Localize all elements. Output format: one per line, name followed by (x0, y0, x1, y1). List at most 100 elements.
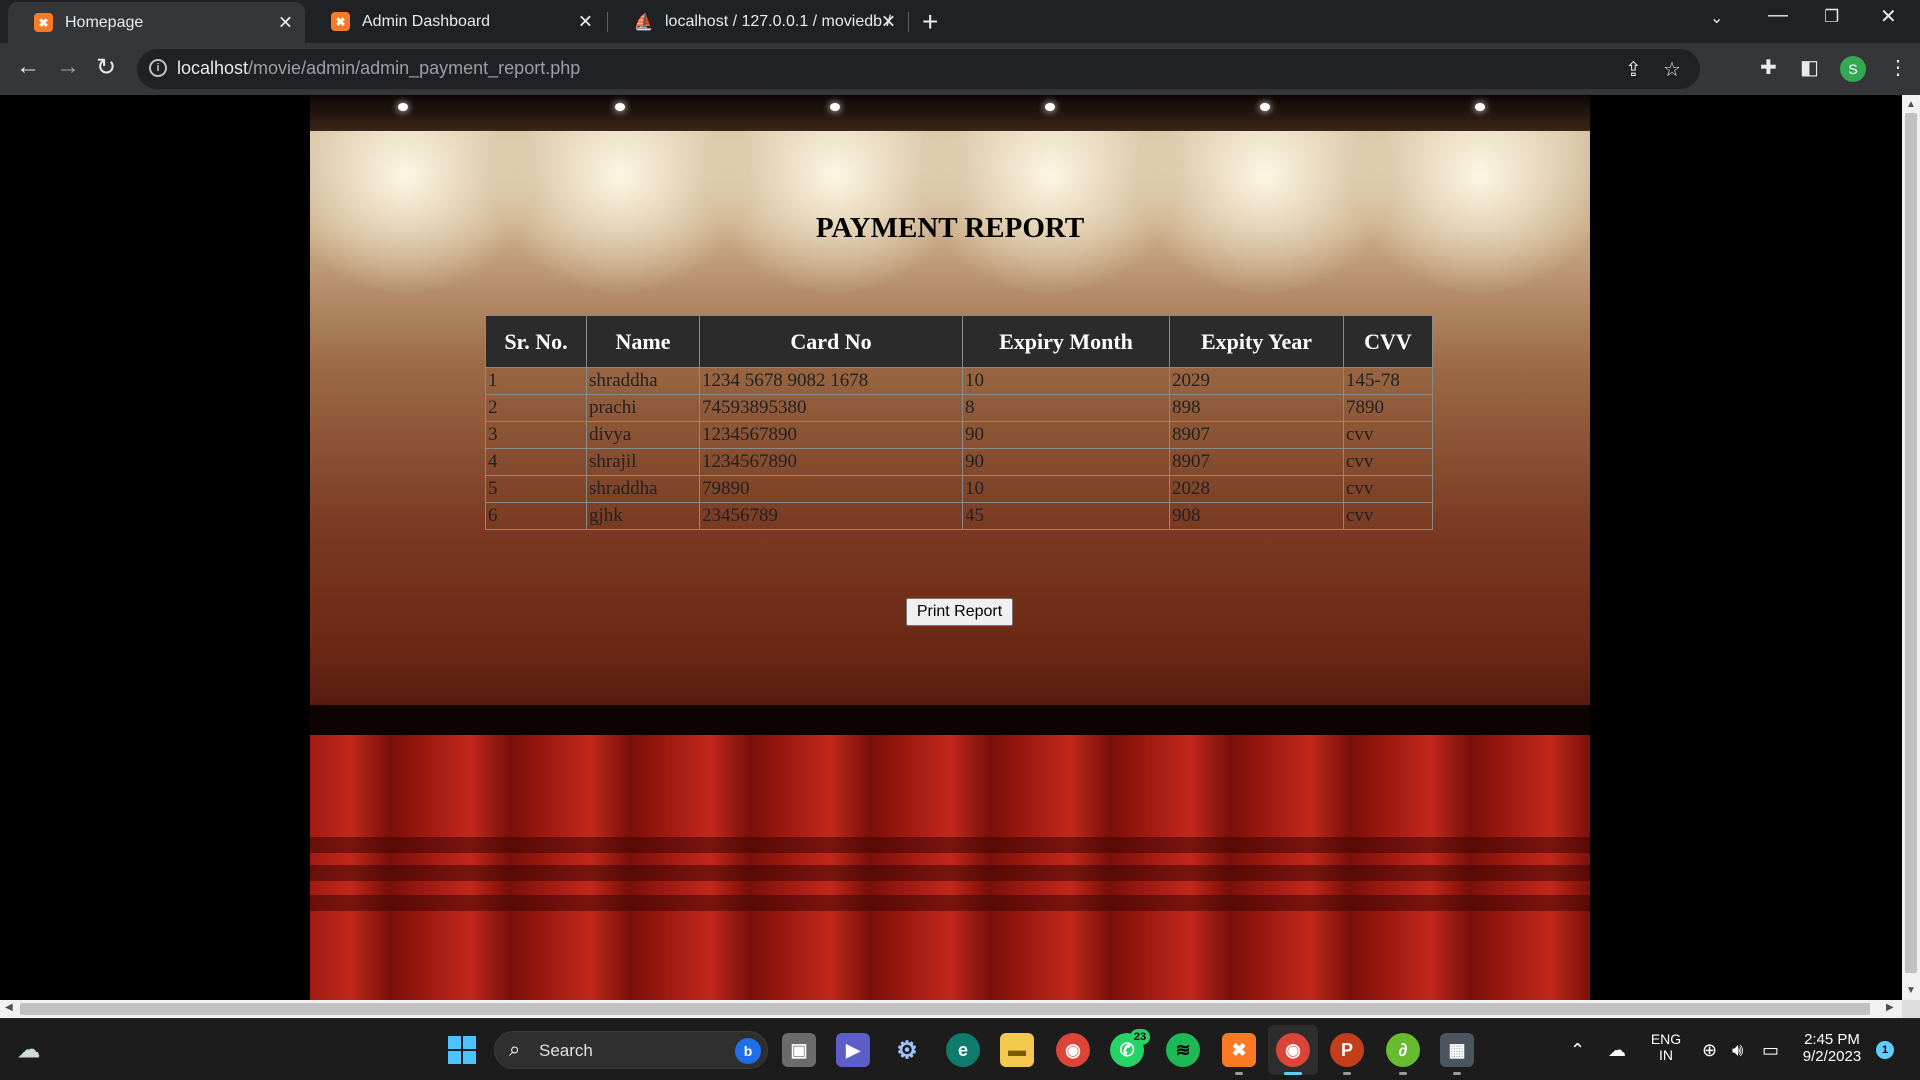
screen-bottom-band (310, 705, 1590, 735)
cell-name: shraddha (586, 367, 700, 395)
ceiling-light (1475, 103, 1485, 111)
running-indicator (1235, 1072, 1243, 1075)
powerpoint-icon[interactable]: P (1330, 1033, 1364, 1067)
language-indicator[interactable]: ENG IN (1648, 1031, 1684, 1063)
scroll-down-icon[interactable]: ▼ (1906, 985, 1916, 996)
table-row: 2 prachi 74593895380 8 898 7890 (485, 394, 1433, 422)
taskbar-search[interactable]: ⌕ Search b (494, 1031, 768, 1069)
cell-card-no: 1234567890 (699, 421, 963, 449)
restore-icon[interactable]: ❐ (1824, 7, 1839, 27)
scrollbar-thumb[interactable] (1905, 113, 1917, 973)
minimize-icon[interactable]: — (1768, 4, 1788, 27)
cell-sr-no: 2 (485, 394, 587, 422)
cell-expiry-year: 908 (1169, 502, 1344, 530)
search-icon: ⌕ (509, 1039, 521, 1061)
ceiling-light (1260, 103, 1270, 111)
calculator-icon[interactable]: ▦ (1440, 1033, 1474, 1067)
tab-admin-dashboard[interactable]: ✖ Admin Dashboard ✕ (305, 0, 605, 43)
cell-sr-no: 5 (485, 475, 587, 503)
table-header-row: Sr. No. Name Card No Expiry Month Expity… (485, 315, 1433, 368)
column-header: Sr. No. (485, 315, 587, 368)
table-row: 5 shraddha 79890 10 2028 cvv (485, 475, 1433, 503)
ceiling-light (398, 103, 408, 111)
bookmark-star-icon[interactable]: ☆ (1663, 57, 1681, 82)
forward-icon[interactable]: → (56, 53, 80, 81)
settings-icon[interactable]: ⚙ (890, 1033, 924, 1067)
seat-row (310, 865, 1590, 881)
teams-chat-icon[interactable]: ▶ (836, 1033, 870, 1067)
vertical-scrollbar[interactable]: ▲ ▼ (1902, 95, 1920, 1000)
file-explorer-icon[interactable]: ▬ (1000, 1033, 1034, 1067)
cell-sr-no: 3 (485, 421, 587, 449)
spotify-icon[interactable]: ≋ (1166, 1033, 1200, 1067)
xampp-icon: ✖ (331, 12, 350, 31)
cell-expiry-year: 898 (1169, 394, 1344, 422)
clock-date: 9/2/2023 (1802, 1048, 1862, 1065)
chrome-icon[interactable]: ◉ (1276, 1033, 1310, 1067)
browser-tab-strip: ✖ Homepage ✕ ✖ Admin Dashboard ✕ ⛵ local… (0, 0, 1920, 43)
close-window-icon[interactable]: ✕ (1880, 4, 1897, 29)
address-bar[interactable]: i localhost/movie/admin/admin_payment_re… (137, 49, 1700, 89)
table-row: 1 shraddha 1234 5678 9082 1678 10 2029 1… (485, 367, 1433, 395)
scroll-right-icon[interactable]: ▶ (1886, 1002, 1894, 1013)
horizontal-scrollbar[interactable]: ◀ ▶ (0, 1000, 1902, 1018)
cell-expiry-year: 8907 (1169, 421, 1344, 449)
notification-badge[interactable]: 1 (1876, 1041, 1894, 1059)
back-icon[interactable]: ← (16, 53, 40, 81)
cell-card-no: 1234 5678 9082 1678 (699, 367, 963, 395)
scroll-up-icon[interactable]: ▲ (1906, 99, 1916, 110)
weather-icon[interactable]: ☁ (12, 1033, 46, 1067)
xampp-icon[interactable]: ✖ (1222, 1033, 1256, 1067)
region-code: IN (1659, 1047, 1673, 1063)
running-indicator (1453, 1072, 1461, 1075)
cell-card-no: 74593895380 (699, 394, 963, 422)
cell-name: divya (586, 421, 700, 449)
cell-cvv: 7890 (1343, 394, 1433, 422)
side-panel-icon[interactable]: ◧ (1800, 55, 1819, 80)
close-tab-icon[interactable]: ✕ (881, 11, 896, 32)
network-icon[interactable]: ⊕ (1702, 1040, 1717, 1061)
edge-icon[interactable]: e (946, 1033, 980, 1067)
app-icon[interactable]: ∂ (1386, 1033, 1420, 1067)
ceiling-light (615, 103, 625, 111)
close-tab-icon[interactable]: ✕ (578, 11, 593, 32)
scroll-left-icon[interactable]: ◀ (5, 1002, 13, 1013)
scrollbar-corner (1902, 1000, 1920, 1018)
clock-time: 2:45 PM (1804, 1031, 1860, 1048)
page-title: PAYMENT REPORT (815, 212, 1085, 244)
scrollbar-thumb[interactable] (20, 1003, 1870, 1015)
site-info-icon[interactable]: i (149, 59, 167, 77)
task-view-icon[interactable]: ▣ (782, 1033, 816, 1067)
start-button[interactable] (445, 1033, 479, 1067)
close-tab-icon[interactable]: ✕ (278, 12, 293, 33)
column-header: Name (586, 315, 700, 368)
share-icon[interactable]: ⇪ (1625, 57, 1642, 82)
tab-homepage[interactable]: ✖ Homepage ✕ (8, 2, 305, 43)
profile-avatar[interactable]: S (1840, 56, 1866, 82)
chrome-icon[interactable]: ◉ (1056, 1033, 1090, 1067)
bing-icon[interactable]: b (735, 1038, 761, 1064)
tab-search-icon[interactable]: ⌄ (1710, 8, 1723, 28)
clock[interactable]: 2:45 PM 9/2/2023 (1792, 1031, 1872, 1065)
cell-cvv: cvv (1343, 502, 1433, 530)
ceiling (310, 95, 1590, 131)
menu-icon[interactable]: ⋮ (1888, 55, 1908, 80)
cell-cvv: cvv (1343, 475, 1433, 503)
xampp-icon: ✖ (34, 13, 53, 32)
battery-icon[interactable]: ▭ (1762, 1040, 1779, 1061)
new-tab-button[interactable]: + (922, 6, 938, 38)
onedrive-icon[interactable]: ☁ (1608, 1040, 1626, 1061)
reload-icon[interactable]: ↻ (96, 53, 116, 82)
table-row: 6 gjhk 23456789 45 908 cvv (485, 502, 1433, 530)
ceiling-light (830, 103, 840, 111)
print-report-button[interactable]: Print Report (906, 598, 1013, 626)
chevron-up-icon[interactable]: ⌃ (1570, 1040, 1585, 1061)
volume-icon[interactable]: 🔊︎ (1732, 1040, 1743, 1061)
tab-phpmyadmin[interactable]: ⛵ localhost / 127.0.0.1 / moviedb / ✕ (608, 0, 908, 43)
cell-cvv: cvv (1343, 421, 1433, 449)
extensions-icon[interactable]: ✚ (1760, 55, 1777, 80)
search-placeholder: Search (539, 1041, 593, 1060)
windows-taskbar: ☁ ⌕ Search b ▣ ▶ ⚙ e ▬ ◉ ✆ 23 ≋ ✖ ◉ P ∂ … (0, 1018, 1920, 1080)
url-host: localhost (177, 58, 249, 78)
cell-sr-no: 4 (485, 448, 587, 476)
